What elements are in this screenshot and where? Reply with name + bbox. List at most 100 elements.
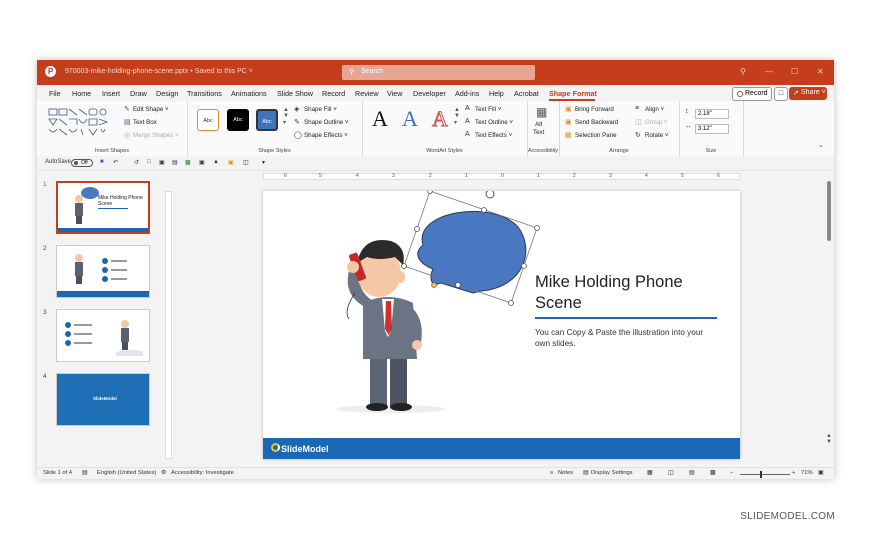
tab-developer[interactable]: Developer — [413, 89, 446, 98]
zoom-level[interactable]: 71% — [801, 470, 813, 476]
shape-effects-button[interactable]: Shape Effects ˅ — [304, 132, 348, 139]
tab-slide-show[interactable]: Slide Show — [277, 89, 313, 98]
slide-thumbnail-3[interactable] — [56, 309, 150, 362]
vertical-scrollbar[interactable]: ▲ ▼ — [825, 171, 834, 467]
wordart-style-black[interactable]: A — [372, 106, 388, 132]
edit-shape-button[interactable]: Edit Shape ˅ — [133, 106, 169, 113]
shape-style-swatch[interactable]: Abc — [227, 109, 249, 131]
shape-style-swatch[interactable]: Abc — [197, 109, 219, 131]
send-backward-button[interactable]: Send Backward — [575, 119, 618, 126]
collapse-ribbon-icon[interactable]: ⌄ — [818, 141, 824, 149]
alt-text-button[interactable]: Alt Text — [533, 121, 544, 137]
zoom-slider-knob[interactable] — [760, 471, 762, 478]
spellcheck-icon[interactable]: ▤ — [82, 470, 87, 476]
wordart-style-outline[interactable]: A — [432, 106, 449, 132]
tab-draw[interactable]: Draw — [130, 89, 147, 98]
wordart-style-blue[interactable]: A — [402, 106, 418, 132]
scroll-arrows-icon[interactable]: ▲ ▼ — [826, 433, 832, 445]
slideshow-view-icon[interactable]: ▩ — [710, 470, 715, 476]
slide-canvas[interactable]: Mike Holding Phone Scene You can Copy & … — [263, 191, 740, 459]
fit-to-window-icon[interactable]: ▣ — [818, 470, 823, 476]
open-icon[interactable]: ▣ — [159, 159, 165, 166]
text-fill-button[interactable]: Text Fill ˅ — [475, 106, 501, 113]
merge-shapes-button[interactable]: Merge Shapes ˅ — [133, 132, 179, 139]
redo-icon[interactable]: ↺ — [134, 159, 139, 166]
display-settings-button[interactable]: Display Settings — [591, 470, 633, 476]
zoom-in-icon[interactable]: + — [792, 470, 795, 476]
notes-button[interactable]: Notes — [558, 470, 573, 476]
tab-animations[interactable]: Animations — [231, 89, 267, 98]
language-status[interactable]: English (United States) — [97, 470, 156, 476]
slide-thumbnail-4[interactable]: SlideModel — [56, 373, 150, 426]
shapes-gallery[interactable] — [47, 107, 117, 137]
title-bar: P 970003-mike-holding-phone-scene.pptx •… — [37, 60, 834, 85]
format-icon[interactable]: ◫ — [243, 159, 249, 166]
tab-insert[interactable]: Insert — [102, 89, 120, 98]
copilot-icon[interactable]: ⚲ — [740, 67, 746, 76]
shape-outline-button[interactable]: Shape Outline ˅ — [304, 119, 349, 126]
thumbnail-divider — [98, 208, 128, 209]
tab-file[interactable]: File — [49, 89, 61, 98]
tab-review[interactable]: Review — [355, 89, 379, 98]
undo-icon[interactable]: ↶ — [113, 159, 118, 166]
ruler-mark: 1 — [465, 173, 468, 179]
text-effects-button[interactable]: Text Effects ˅ — [475, 132, 512, 139]
thumbnail-number: 2 — [43, 245, 47, 252]
zoom-out-icon[interactable]: − — [730, 470, 733, 476]
arrange-icon[interactable]: ▣ — [228, 159, 234, 166]
align-button[interactable]: Align ˅ — [645, 106, 664, 113]
slideshow-icon[interactable]: ▩ — [185, 159, 191, 166]
autosave-toggle[interactable]: Off — [71, 159, 93, 167]
search-box[interactable]: ⚲ Search — [342, 65, 535, 80]
shape-style-swatch-selected[interactable]: Abc — [256, 109, 278, 131]
shape-fill-button[interactable]: Shape Fill ˅ — [304, 106, 337, 113]
selection-pane-button[interactable]: Selection Pane — [575, 132, 617, 139]
document-filename[interactable]: 970003-mike-holding-phone-scene.pptx • S… — [65, 68, 253, 75]
customize-qat-icon[interactable]: ▾ — [262, 159, 265, 166]
minimize-button[interactable]: — — [765, 67, 773, 76]
group-button[interactable]: Group ˅ — [645, 119, 668, 126]
normal-view-icon[interactable]: ▦ — [647, 470, 652, 476]
maximize-button[interactable]: ☐ — [791, 67, 798, 76]
slide-thumbnail-1[interactable]: Mike Holding Phone Scene — [56, 181, 150, 234]
tab-transitions[interactable]: Transitions — [187, 89, 222, 98]
tab-shape-format[interactable]: Shape Format — [549, 89, 597, 98]
record-icon — [737, 91, 743, 97]
reading-view-icon[interactable]: ▤ — [689, 470, 694, 476]
scrollbar-thumb[interactable] — [827, 181, 831, 241]
shapes-icon[interactable]: ▲ — [213, 159, 219, 165]
tab-help[interactable]: Help — [489, 89, 504, 98]
slide-sorter-icon[interactable]: ◫ — [668, 470, 673, 476]
present-icon[interactable]: ▣ — [199, 159, 205, 166]
record-button[interactable]: Record — [732, 87, 772, 101]
thumbnail-title: Mike Holding Phone Scene — [98, 195, 143, 207]
tab-home[interactable]: Home — [72, 89, 91, 98]
accessibility-status[interactable]: Accessibility: Investigate — [171, 470, 234, 476]
text-box-button[interactable]: Text Box — [133, 119, 157, 126]
slide-thumbnail-2[interactable] — [56, 245, 150, 298]
tab-add-ins[interactable]: Add-ins — [455, 89, 479, 98]
text-outline-button[interactable]: Text Outline ˅ — [475, 119, 513, 126]
shape-width-field[interactable]: 3.12" — [695, 124, 729, 134]
insert-shapes-label: Insert Shapes — [95, 148, 129, 154]
gallery-scroll-icon[interactable]: ▲ ▼ ▾ — [283, 107, 289, 126]
rotate-button[interactable]: Rotate ˅ — [645, 132, 669, 139]
share-button[interactable]: ↗ Share ˅ — [789, 87, 827, 100]
bring-forward-button[interactable]: Bring Forward — [575, 106, 614, 113]
slide-illustration — [336, 191, 540, 413]
new-file-icon[interactable]: □ — [147, 159, 151, 165]
tab-record[interactable]: Record — [322, 89, 345, 98]
bring-forward-icon: ▣ — [565, 106, 572, 113]
slide-body-text[interactable]: You can Copy & Paste the illustration in… — [535, 327, 715, 349]
save-icon[interactable]: ■ — [100, 159, 104, 165]
tab-design[interactable]: Design — [156, 89, 178, 98]
tab-view[interactable]: View — [387, 89, 402, 98]
tab-acrobat[interactable]: Acrobat — [514, 89, 539, 98]
wordart-scroll-icon[interactable]: ▲ ▼ ▾ — [454, 107, 460, 126]
close-button[interactable]: ✕ — [817, 67, 824, 76]
print-icon[interactable]: ▤ — [172, 159, 178, 166]
comments-button[interactable]: □ — [774, 87, 788, 101]
zoom-slider[interactable] — [740, 474, 790, 475]
shape-height-field[interactable]: 2.18" — [695, 109, 729, 119]
slide-title[interactable]: Mike Holding Phone Scene — [535, 272, 715, 314]
